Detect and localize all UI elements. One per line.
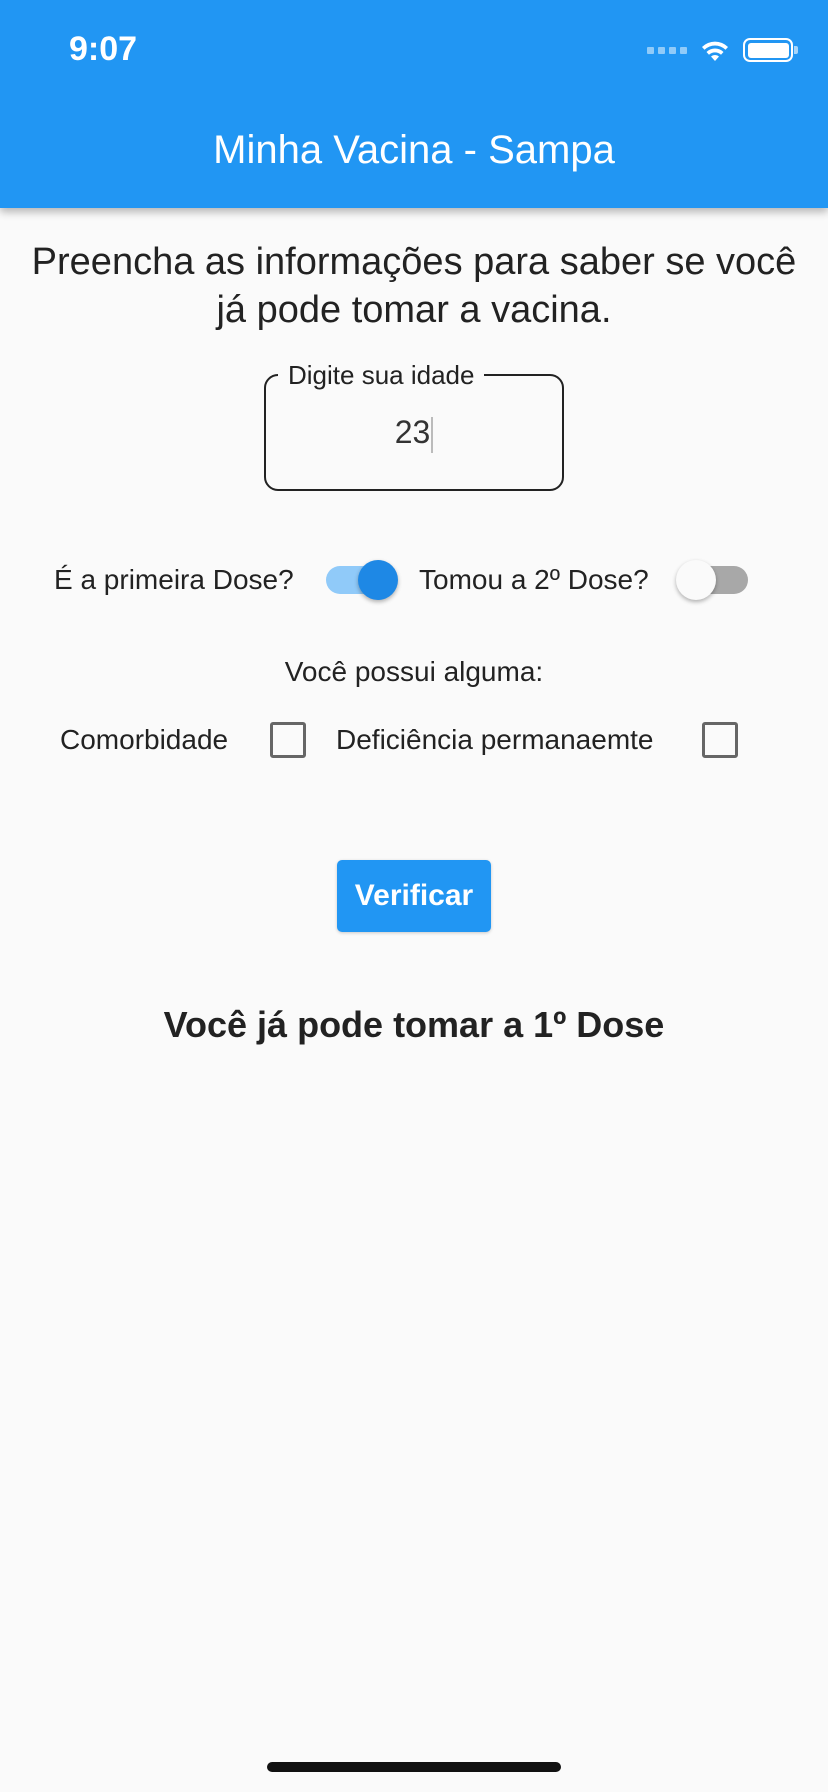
status-time: 9:07: [69, 30, 138, 68]
wifi-icon: [702, 41, 728, 61]
switch-knob: [676, 560, 716, 600]
cellular-signal-icon: [647, 46, 687, 54]
age-input-value-wrap[interactable]: 23: [266, 414, 562, 453]
intro-text: Preencha as informações para saber se vo…: [31, 241, 797, 331]
text-cursor: [431, 416, 434, 453]
switch-knob: [358, 560, 398, 600]
conditions-heading: Você possui alguma:: [284, 656, 544, 687]
home-indicator[interactable]: [267, 1762, 561, 1772]
verify-button[interactable]: Verificar: [337, 860, 491, 932]
app-bar: 9:07 Minha Vacina - Sampa: [0, 0, 828, 208]
comorbidity-label: Comorbidade: [60, 724, 229, 755]
age-input-value[interactable]: 23: [395, 414, 431, 450]
battery-icon: [743, 38, 798, 62]
age-input[interactable]: Digite sua idade 23: [264, 360, 564, 491]
dose-switches-row: É a primeira Dose? Tomou a 2º Dose?: [0, 552, 828, 608]
age-input-label: Digite sua idade: [278, 360, 485, 390]
second-dose-switch[interactable]: [676, 560, 748, 600]
status-icons: [647, 36, 798, 64]
app-title: Minha Vacina - Sampa: [213, 128, 615, 172]
disability-label: Deficiência permanaemte: [336, 724, 654, 755]
first-dose-label: É a primeira Dose?: [54, 564, 294, 595]
result-text: Você já pode tomar a 1º Dose: [163, 1004, 665, 1045]
conditions-row: Comorbidade Deficiência permanaemte: [0, 712, 828, 768]
second-dose-label: Tomou a 2º Dose?: [419, 564, 649, 595]
first-dose-switch[interactable]: [326, 560, 398, 600]
comorbidity-checkbox[interactable]: [270, 722, 306, 758]
disability-checkbox[interactable]: [702, 722, 738, 758]
